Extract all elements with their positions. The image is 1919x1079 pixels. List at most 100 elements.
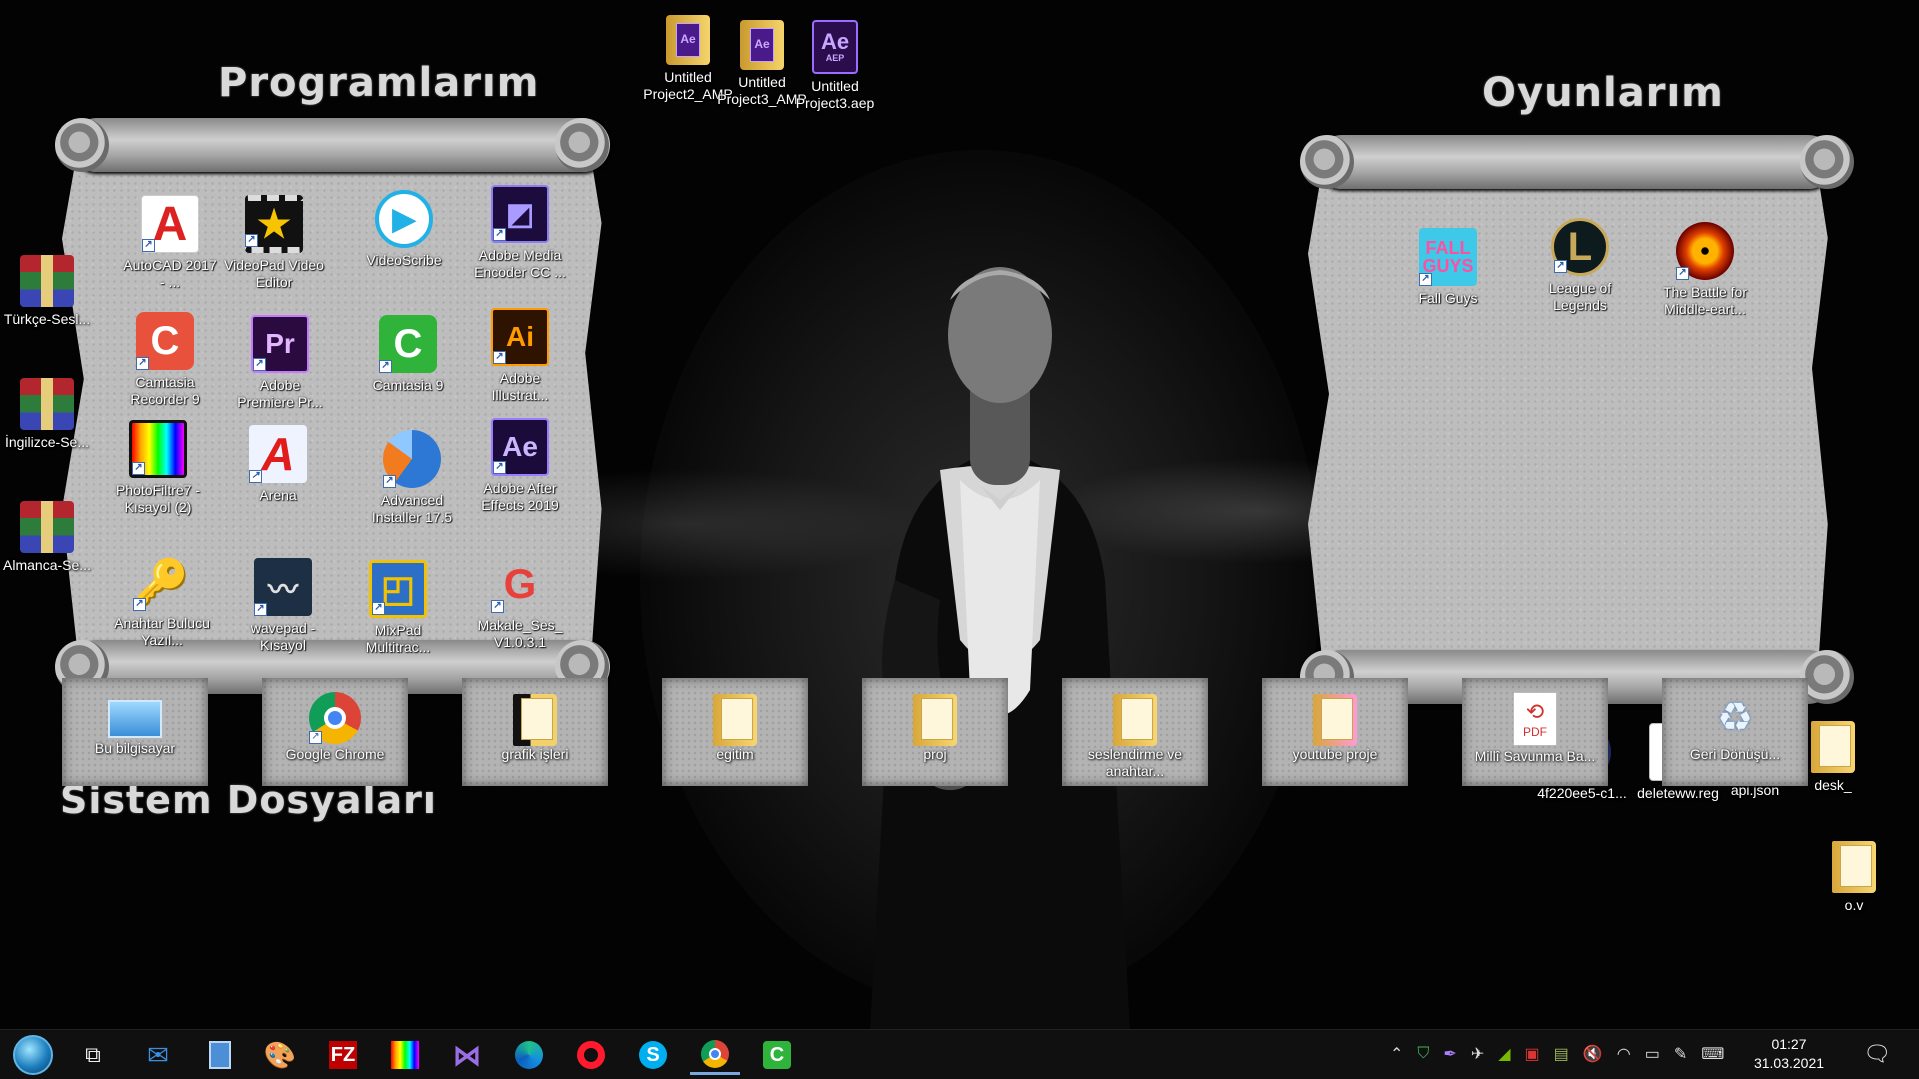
system-tile-this-pc[interactable]: Bu bilgisayar xyxy=(62,678,208,786)
archive-ingilizce-sesli[interactable]: İngilizce-Se... xyxy=(0,378,97,451)
airplane-icon[interactable]: ✈ xyxy=(1471,1044,1484,1064)
start-orb-icon[interactable] xyxy=(8,1035,58,1075)
shortcut-arrow-icon: ↗ xyxy=(1676,267,1689,280)
camtasia-icon[interactable]: C xyxy=(752,1035,802,1075)
program-media-encoder[interactable]: ◩ ↗ Adobe Media Encoder CC ... xyxy=(470,185,570,281)
program-videopad[interactable]: ★ ↗ VideoPad Video Editor xyxy=(224,195,324,291)
archive-almanca-sesli[interactable]: Almanca-Se... xyxy=(0,501,97,574)
battery-icon[interactable]: ▭ xyxy=(1645,1044,1660,1064)
opera-icon[interactable] xyxy=(566,1035,616,1075)
chrome-icon: ↗ xyxy=(309,692,361,744)
program-arena[interactable]: A ↗ Arena xyxy=(228,425,328,504)
shortcut-arrow-icon: ↗ xyxy=(309,731,322,744)
system-tile-egitim[interactable]: egitim xyxy=(662,678,808,786)
wavepad-icon: 〰 ↗ xyxy=(254,558,312,616)
wifi-icon[interactable]: ◠ xyxy=(1617,1044,1631,1064)
system-tile-grafik-isleri[interactable]: grafik işleri xyxy=(462,678,608,786)
task-view-icon[interactable]: ⧉ xyxy=(68,1035,118,1075)
winrar-archive-icon xyxy=(20,255,74,307)
shortcut-arrow-icon: ↗ xyxy=(136,357,149,370)
shortcut-arrow-icon: ↗ xyxy=(383,475,396,488)
program-key-finder[interactable]: 🔑 ↗ Anahtar Bulucu Yazıl... xyxy=(112,553,212,649)
pen-workspace-icon[interactable]: ✎ xyxy=(1674,1044,1687,1064)
this-pc-icon xyxy=(108,700,162,738)
paint-icon[interactable]: 🎨 xyxy=(255,1035,305,1075)
shortcut-arrow-icon: ↗ xyxy=(253,358,266,371)
program-makale-ses[interactable]: G ↗ Makale_Ses_ V1.0.3.1 xyxy=(470,555,570,651)
advanced-installer-icon: ↗ xyxy=(383,430,441,488)
shortcut-arrow-icon: ↗ xyxy=(379,360,392,373)
shortcut-arrow-icon: ↗ xyxy=(132,462,145,475)
chrome-icon[interactable] xyxy=(690,1035,740,1075)
shortcut-arrow-icon: ↗ xyxy=(493,351,506,364)
league-of-legends-icon: L ↗ xyxy=(1551,218,1609,276)
visual-studio-icon[interactable]: ⋈ xyxy=(442,1035,492,1075)
calculator-icon[interactable] xyxy=(195,1035,245,1075)
recycle-bin-icon: ♻ xyxy=(1717,696,1753,740)
shortcut-arrow-icon: ↗ xyxy=(142,239,155,252)
nvidia-icon[interactable]: ◢ xyxy=(1498,1044,1510,1064)
wallpaper-portrait xyxy=(870,267,1130,1029)
system-tile-google-chrome[interactable]: ↗ Google Chrome xyxy=(262,678,408,786)
ae-project-folder-icon: Ae xyxy=(666,15,710,65)
shield-icon[interactable]: ⛉ xyxy=(1417,1045,1429,1063)
game-fall-guys[interactable]: FALL GUYS ↗ Fall Guys xyxy=(1398,228,1498,307)
premiere-icon: Pr ↗ xyxy=(251,315,309,373)
program-premiere[interactable]: Pr ↗ Adobe Premiere Pr... xyxy=(230,315,330,411)
program-illustrator[interactable]: Ai ↗ Adobe Illustrat... xyxy=(470,308,570,404)
makale-ses-icon: G ↗ xyxy=(491,555,549,613)
arena-icon: A ↗ xyxy=(249,425,307,483)
notification-icon[interactable]: 🗨 xyxy=(1863,1041,1891,1067)
system-tile-youtube-proje[interactable]: youtube proje xyxy=(1262,678,1408,786)
programs-title: Programlarım xyxy=(218,60,540,106)
program-camtasia[interactable]: C ↗ Camtasia 9 xyxy=(358,315,458,394)
media-encoder-icon: ◩ ↗ xyxy=(491,185,549,243)
filezilla-icon[interactable]: FZ xyxy=(318,1035,368,1075)
game-battle-for-middle-earth[interactable]: ↗ The Battle for Middle-eart... xyxy=(1655,222,1755,318)
folder-icon xyxy=(1811,721,1855,773)
folder-o-v[interactable]: o.v xyxy=(1804,838,1904,914)
system-tile-milli-savunma[interactable]: ⟲ PDF Millî Savunma Ba... xyxy=(1462,678,1608,786)
chevron-up-icon[interactable]: ⌃ xyxy=(1390,1044,1403,1064)
shortcut-arrow-icon: ↗ xyxy=(249,470,262,483)
program-advanced-installer[interactable]: ↗ Advanced Installer 17.5 xyxy=(362,430,462,526)
shortcut-arrow-icon: ↗ xyxy=(493,461,506,474)
autocad-icon: A ↗ xyxy=(141,195,199,253)
winrar-archive-icon xyxy=(20,378,74,430)
folder-icon xyxy=(1113,693,1157,746)
volume-muted-icon[interactable]: 🔇 xyxy=(1583,1044,1603,1064)
photofiltre-icon[interactable] xyxy=(380,1035,430,1075)
illustrator-icon: Ai ↗ xyxy=(491,308,549,366)
keyboard-icon[interactable]: ⌨ xyxy=(1701,1044,1724,1064)
shortcut-arrow-icon: ↗ xyxy=(372,602,385,615)
program-camtasia-recorder[interactable]: C ↗ Camtasia Recorder 9 xyxy=(115,312,215,408)
system-tile-seslendirme[interactable]: seslendirme ve anahtar... xyxy=(1062,678,1208,786)
archive-turkce-sesli[interactable]: Türkçe-Sesl... xyxy=(0,255,97,328)
skype-icon[interactable]: S xyxy=(628,1035,678,1075)
photofiltre-icon: ↗ xyxy=(129,420,187,478)
after-effects-icon: Ae ↗ xyxy=(491,418,549,476)
taskbar-clock[interactable]: 01:27 31.03.2021 xyxy=(1744,1035,1834,1073)
clock-time: 01:27 xyxy=(1771,1036,1807,1052)
program-wavepad[interactable]: 〰 ↗ wavepad - Kısayol xyxy=(233,558,333,654)
pen-icon[interactable]: ✒ xyxy=(1443,1044,1456,1064)
program-photofiltre[interactable]: ↗ PhotoFiltre7 - Kısayol (2) xyxy=(108,420,208,516)
shortcut-arrow-icon: ↗ xyxy=(491,600,504,613)
game-league-of-legends[interactable]: L ↗ League of Legends xyxy=(1530,218,1630,314)
program-autocad[interactable]: A ↗ AutoCAD 2017 - ... xyxy=(120,195,220,291)
edge-icon[interactable] xyxy=(504,1035,554,1075)
program-after-effects[interactable]: Ae ↗ Adobe After Effects 2019 xyxy=(470,418,570,514)
videoscribe-icon: ▶ xyxy=(375,190,433,248)
shortcut-arrow-icon: ↗ xyxy=(133,598,146,611)
folder-icon xyxy=(913,693,957,746)
ae-aep-file-icon: Ae AEP xyxy=(812,20,858,74)
top-file-untitled-project3-aep[interactable]: Ae AEP Untitled Project3.aep xyxy=(785,20,885,112)
program-mixpad[interactable]: ◰ ↗ MixPad Multitrac... xyxy=(348,560,448,656)
mail-icon[interactable]: ✉ xyxy=(133,1035,183,1075)
system-tile-recycle-bin[interactable]: ♻ Geri Dönüşü... xyxy=(1662,678,1808,786)
system-tile-proj[interactable]: proj xyxy=(862,678,1008,786)
app-tray-icon[interactable]: ▤ xyxy=(1554,1044,1569,1064)
app-tray-icon[interactable]: ▣ xyxy=(1525,1044,1540,1064)
program-videoscribe[interactable]: ▶ VideoScribe xyxy=(354,190,454,269)
camtasia-icon: C ↗ xyxy=(379,315,437,373)
